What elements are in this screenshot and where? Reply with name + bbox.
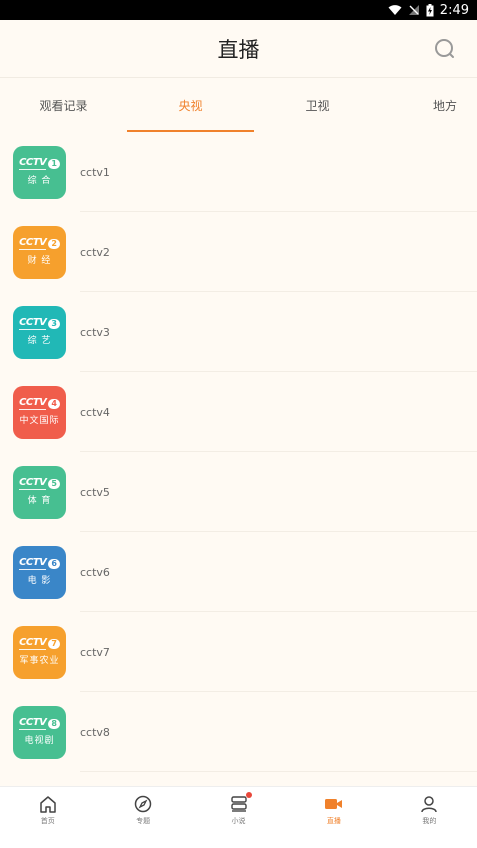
channel-name: cctv3 [80,325,110,339]
channel-logo: CCTV 8 电视剧 [13,705,66,759]
tab-satellite[interactable]: 卫视 [254,78,381,132]
channel-row[interactable]: CCTV 5 体 育 cctv5 [0,452,477,532]
channel-name: cctv2 [80,245,110,259]
logo-top: CCTV 8 [19,718,60,730]
logo-number: 6 [48,559,60,569]
logo-top: CCTV 6 [19,558,60,570]
video-camera-icon [324,799,342,809]
logo-number: 4 [48,399,60,409]
logo-top: CCTV 7 [19,638,60,650]
channel-tabs: 观看记录 央视 卫视 地方 [0,78,477,132]
logo-subtitle: 综 合 [27,176,52,186]
nav-home[interactable]: 首页 [0,787,95,848]
nav-mine[interactable]: 我的 [382,787,477,848]
nav-live-label: 直播 [326,817,341,825]
channel-row[interactable]: CCTV 3 综 艺 cctv3 [0,292,477,372]
wifi-icon [388,5,402,15]
logo-number: 1 [48,159,60,169]
logo-top: CCTV 1 [19,158,60,170]
battery-charging-icon [426,3,434,16]
channel-row[interactable]: CCTV 4 中文国际 cctv4 [0,372,477,452]
channel-name: cctv7 [80,645,110,659]
nav-live[interactable]: 直播 [286,787,381,848]
logo-top: CCTV 5 [19,478,60,490]
logo-number: 8 [48,719,60,729]
channel-name: cctv8 [80,725,110,739]
logo-brand: CCTV [19,477,47,490]
book-icon [230,796,247,812]
logo-brand: CCTV [19,157,47,170]
tab-local[interactable]: 地方 [381,78,477,132]
status-bar: 2:49 [0,0,477,20]
search-icon[interactable] [433,37,457,61]
logo-top: CCTV 3 [19,318,60,330]
channel-name: cctv1 [80,165,110,179]
channel-list: CCTV 1 综 合 cctv1 CCTV 2 财 经 cctv2 CCTV 3 综 艺 cctv… [0,132,477,786]
logo-subtitle: 电视剧 [24,736,55,746]
logo-brand: CCTV [19,717,47,730]
channel-logo: CCTV 6 电 影 [13,545,66,599]
notification-dot [245,792,252,798]
nav-novel-label: 小说 [231,817,246,825]
channel-row[interactable]: CCTV 8 电视剧 cctv8 [0,692,477,772]
nav-mine-label: 我的 [422,817,437,825]
nav-novel[interactable]: 小说 [191,787,286,848]
channel-name: cctv6 [80,565,110,579]
logo-brand: CCTV [19,557,47,570]
logo-subtitle: 电 影 [27,576,52,586]
bottom-nav: 首页 专题 小说 直播 我的 [0,786,477,848]
home-icon [39,796,56,813]
logo-subtitle: 财 经 [27,256,52,266]
status-time: 2:49 [439,2,469,18]
channel-logo: CCTV 2 财 经 [13,225,66,279]
logo-subtitle: 体 育 [27,496,52,506]
channel-logo: CCTV 5 体 育 [13,465,66,519]
nav-topics[interactable]: 专题 [95,787,190,848]
logo-brand: CCTV [19,397,47,410]
nav-home-label: 首页 [40,817,55,825]
channel-row[interactable]: CCTV 1 综 合 cctv1 [0,132,477,212]
logo-number: 5 [48,479,60,489]
channel-name: cctv4 [80,405,110,419]
logo-subtitle: 中文国际 [19,416,60,426]
channel-row[interactable]: CCTV 6 电 影 cctv6 [0,532,477,612]
user-icon [421,796,438,813]
logo-brand: CCTV [19,317,47,330]
channel-logo: CCTV 4 中文国际 [13,385,66,439]
tab-cctv[interactable]: 央视 [127,78,254,132]
logo-brand: CCTV [19,237,47,250]
channel-name: cctv5 [80,485,110,499]
channel-row[interactable]: CCTV 2 财 经 cctv2 [0,212,477,292]
compass-icon [134,795,152,813]
logo-top: CCTV 4 [19,398,60,410]
logo-number: 7 [48,639,60,649]
channel-logo: CCTV 1 综 合 [13,145,66,199]
logo-top: CCTV 2 [19,238,60,250]
tab-history[interactable]: 观看记录 [0,78,127,132]
logo-number: 3 [48,319,60,329]
app-header: 直播 [0,20,477,78]
no-signal-icon [408,5,419,15]
logo-number: 2 [48,239,60,249]
page-title: 直播 [217,37,260,62]
channel-logo: CCTV 3 综 艺 [13,305,66,359]
nav-topics-label: 专题 [136,817,151,825]
channel-logo: CCTV 7 军事农业 [13,625,66,679]
channel-row[interactable]: CCTV 7 军事农业 cctv7 [0,612,477,692]
logo-brand: CCTV [19,637,47,650]
logo-subtitle: 军事农业 [19,656,60,666]
logo-subtitle: 综 艺 [27,336,52,346]
nav-novel-icon-wrap [229,792,252,813]
